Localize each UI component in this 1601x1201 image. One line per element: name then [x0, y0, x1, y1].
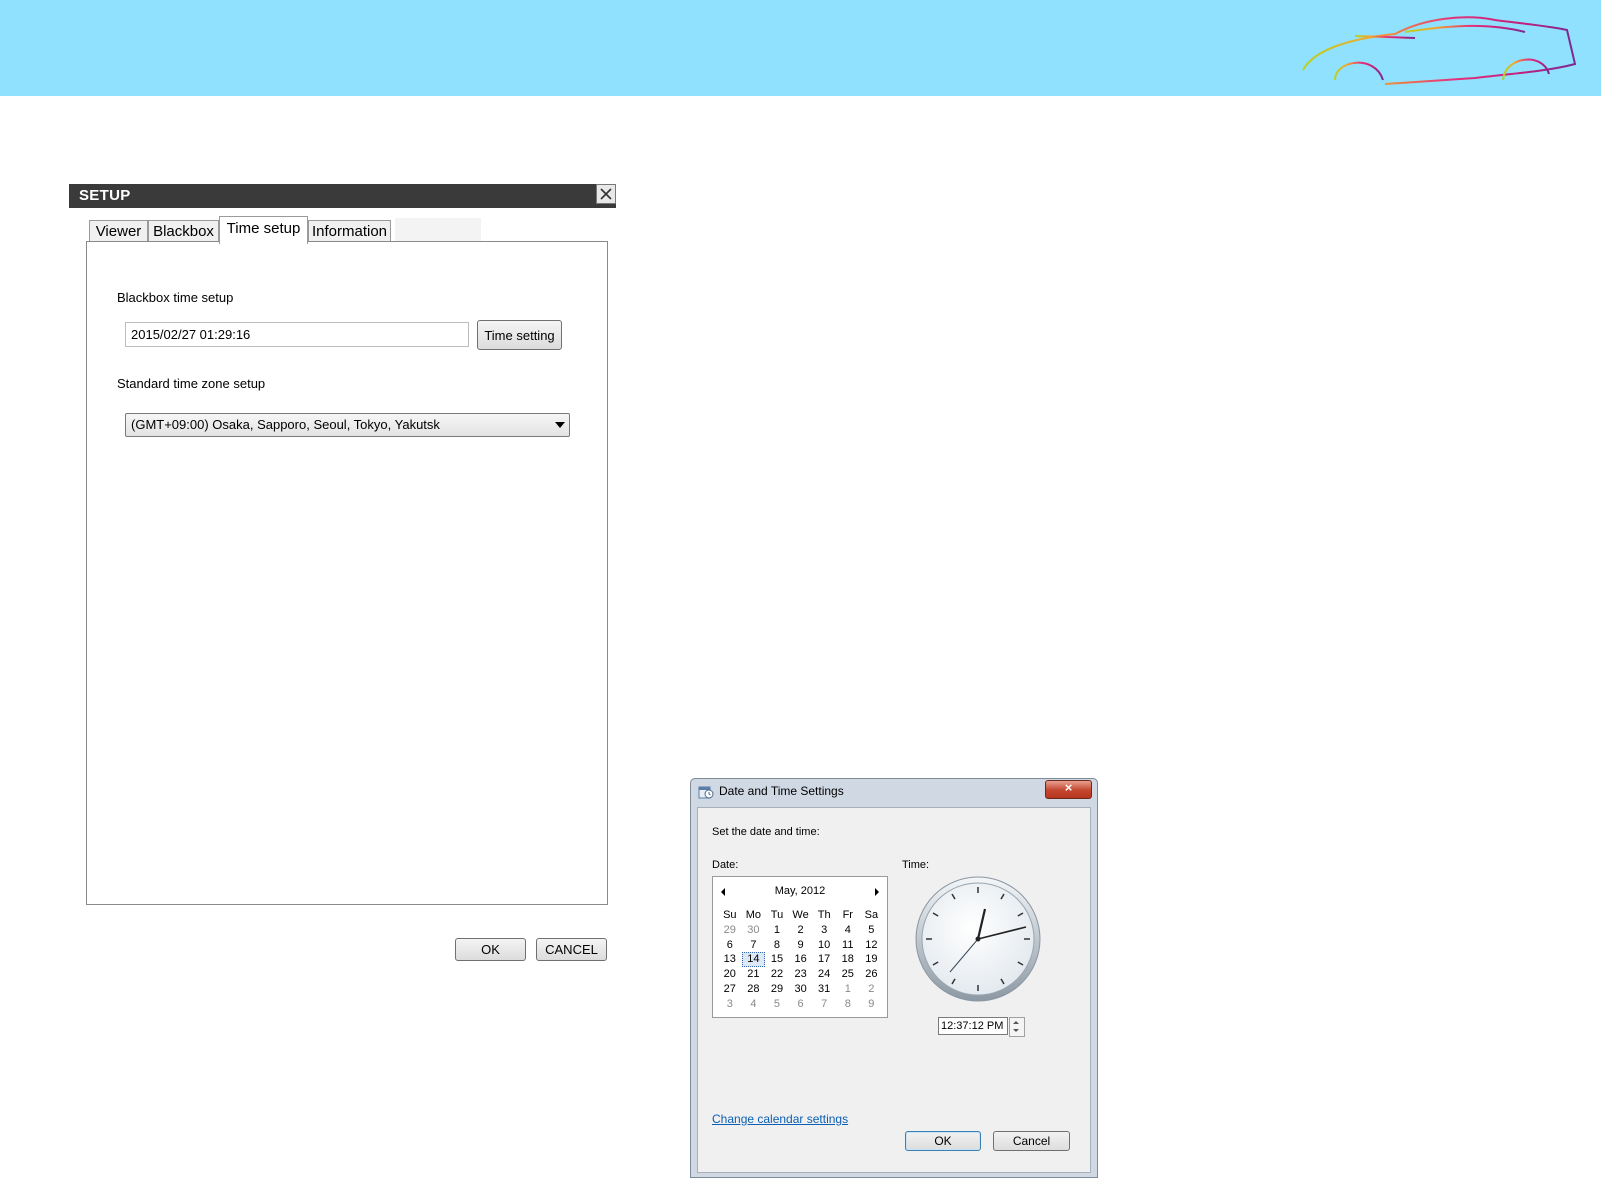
dropdown-arrow-icon	[555, 422, 565, 428]
calendar-day[interactable]: 10	[812, 938, 836, 953]
calendar-day[interactable]: 26	[860, 967, 884, 982]
close-icon: ×	[1064, 780, 1073, 795]
calendar-day[interactable]: 15	[765, 952, 789, 967]
calendar-day[interactable]: 17	[812, 952, 836, 967]
dt-instruction: Set the date and time:	[712, 826, 820, 838]
calendar-day[interactable]: 25	[836, 967, 860, 982]
calendar-day[interactable]: 27	[718, 982, 742, 997]
calendar-day[interactable]: 6	[789, 997, 813, 1012]
calendar-day[interactable]: 23	[789, 967, 813, 982]
next-month-icon[interactable]	[875, 888, 879, 896]
tab-information[interactable]: Information	[308, 220, 391, 243]
calendar-grid: Su Mo Tu We Th Fr Sa 29 30 1 2 3 4 5 6 7 8 9 10 11 12 13 14 15 1…	[718, 908, 883, 1012]
calendar-day[interactable]: 7	[742, 938, 766, 953]
setup-title: SETUP	[79, 187, 131, 204]
calendar-month-year[interactable]: May, 2012	[713, 885, 887, 897]
calendar-day[interactable]: 7	[812, 997, 836, 1012]
calendar-day[interactable]: 20	[718, 967, 742, 982]
timezone-select[interactable]: (GMT+09:00) Osaka, Sapporo, Seoul, Tokyo…	[125, 413, 570, 437]
calendar-day[interactable]: 28	[742, 982, 766, 997]
weekday-header: Mo	[745, 909, 762, 921]
setup-dialog: SETUP Viewer Blackbox Time setup Informa…	[69, 184, 616, 974]
weekday-header: Sa	[864, 909, 879, 921]
setup-title-bar: SETUP	[69, 184, 616, 208]
dt-body: Set the date and time: Date: Time: May, …	[697, 807, 1091, 1173]
time-input[interactable]	[938, 1017, 1008, 1035]
time-setup-panel: Blackbox time setup Time setting Standar…	[86, 241, 608, 905]
time-label: Time:	[902, 859, 930, 871]
calendar-day[interactable]: 9	[860, 997, 884, 1012]
calendar: May, 2012 Su Mo Tu We Th Fr Sa 29 30 1 2 3 4 5 6 7 8 9 10 1…	[712, 876, 888, 1018]
time-spinner[interactable]	[1009, 1017, 1025, 1037]
weekday-header: Th	[817, 909, 831, 921]
dt-cancel-button[interactable]: Cancel	[993, 1131, 1070, 1151]
blackbox-time-input[interactable]	[125, 322, 469, 347]
calendar-day[interactable]: 11	[836, 938, 860, 953]
calendar-day[interactable]: 1	[836, 982, 860, 997]
spin-up-icon[interactable]	[1013, 1021, 1019, 1024]
calendar-day[interactable]: 9	[789, 938, 813, 953]
dt-title: Date and Time Settings	[719, 784, 844, 798]
calendar-day[interactable]: 21	[742, 967, 766, 982]
blackbox-time-label: Blackbox time setup	[117, 290, 234, 305]
weekday-header: Fr	[842, 909, 853, 921]
analog-clock	[915, 876, 1041, 1002]
calendar-day[interactable]: 29	[718, 923, 742, 938]
calendar-day[interactable]: 6	[718, 938, 742, 953]
weekday-header: Su	[723, 909, 737, 921]
calendar-day[interactable]: 8	[836, 997, 860, 1012]
calendar-day[interactable]: 5	[765, 997, 789, 1012]
calendar-day[interactable]: 3	[812, 923, 836, 938]
weekday-header: We	[792, 909, 809, 921]
calendar-day[interactable]: 22	[765, 967, 789, 982]
dt-ok-button[interactable]: OK	[905, 1131, 981, 1151]
date-label: Date:	[712, 859, 739, 871]
calendar-day[interactable]: 2	[789, 923, 813, 938]
calendar-day[interactable]: 30	[742, 923, 766, 938]
calendar-day[interactable]: 16	[789, 952, 813, 967]
calendar-day[interactable]: 14	[741, 952, 766, 968]
calendar-day[interactable]: 8	[765, 938, 789, 953]
dt-close-button[interactable]: ×	[1045, 780, 1092, 799]
calendar-day[interactable]: 19	[860, 952, 884, 967]
calendar-clock-icon	[698, 786, 714, 799]
tab-time-setup[interactable]: Time setup	[219, 216, 308, 244]
calendar-day[interactable]: 13	[718, 952, 742, 967]
timezone-label: Standard time zone setup	[117, 376, 266, 391]
tab-viewer[interactable]: Viewer	[89, 220, 148, 243]
calendar-day[interactable]: 1	[765, 923, 789, 938]
calendar-day[interactable]: 31	[812, 982, 836, 997]
calendar-day[interactable]: 3	[718, 997, 742, 1012]
setup-cancel-button[interactable]: CANCEL	[536, 938, 607, 961]
tab-blackbox[interactable]: Blackbox	[148, 220, 219, 243]
setup-ok-button[interactable]: OK	[455, 938, 526, 961]
close-icon	[600, 188, 612, 200]
timezone-selected-value: (GMT+09:00) Osaka, Sapporo, Seoul, Tokyo…	[131, 417, 440, 432]
date-time-dialog: Date and Time Settings × Set the date an…	[690, 778, 1098, 1178]
calendar-day[interactable]: 4	[742, 997, 766, 1012]
calendar-day[interactable]: 29	[765, 982, 789, 997]
weekday-header: Tu	[770, 909, 784, 921]
calendar-day[interactable]: 5	[860, 923, 884, 938]
calendar-day[interactable]: 18	[836, 952, 860, 967]
calendar-day[interactable]: 4	[836, 923, 860, 938]
calendar-day[interactable]: 30	[789, 982, 813, 997]
car-logo	[1302, 16, 1577, 85]
time-setting-button[interactable]: Time setting	[477, 320, 562, 350]
calendar-day[interactable]: 24	[812, 967, 836, 982]
calendar-day[interactable]: 2	[860, 982, 884, 997]
spin-down-icon[interactable]	[1013, 1029, 1019, 1032]
header-banner	[0, 0, 1601, 96]
tab-strip-filler	[395, 218, 481, 242]
calendar-day[interactable]: 12	[860, 938, 884, 953]
close-button[interactable]	[596, 184, 616, 204]
change-calendar-settings-link[interactable]: Change calendar settings	[712, 1112, 848, 1126]
